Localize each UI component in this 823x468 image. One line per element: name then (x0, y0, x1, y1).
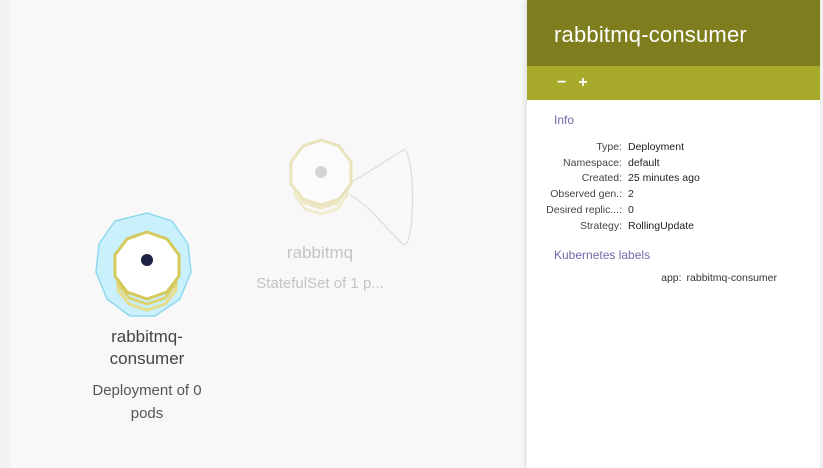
label-row: app: rabbitmq-consumer (527, 272, 820, 284)
node-label: rabbitmq (286, 243, 354, 262)
node-center-dot (141, 254, 153, 266)
topology-canvas[interactable]: rabbitmq- consumer Deployment of 0 pods … (10, 0, 540, 468)
info-row: Type: Deployment (527, 139, 820, 155)
panel-title: rabbitmq-consumer (527, 0, 820, 66)
info-value: 25 minutes ago (628, 172, 700, 185)
panel-toolbar: − + (527, 66, 820, 100)
info-row: Desired replic...: 0 (527, 202, 820, 218)
node-rabbitmq[interactable] (289, 138, 353, 216)
label-value: rabbitmq-consumer (686, 271, 777, 284)
info-table: Type: Deployment Namespace: default Crea… (527, 139, 820, 234)
info-row: Strategy: RollingUpdate (527, 218, 820, 234)
info-key: Strategy: (579, 219, 622, 232)
info-section-title: Info (554, 113, 575, 127)
details-panel: rabbitmq-consumer − + Info Type: Deploym… (527, 0, 820, 468)
info-value: RollingUpdate (628, 219, 694, 232)
info-row: Created: 25 minutes ago (527, 171, 820, 187)
info-value: default (628, 156, 660, 169)
info-value: 0 (628, 204, 634, 217)
info-key: Desired replic...: (546, 204, 622, 217)
node-subtitle: StatefulSet of 1 p... (256, 275, 384, 292)
info-key: Namespace: (563, 156, 622, 169)
node-subtitle: Deployment of 0 pods (92, 382, 202, 422)
info-value: Deployment (628, 140, 685, 153)
node-label: rabbitmq- consumer (109, 327, 185, 368)
info-row: Namespace: default (527, 155, 820, 171)
graph-edge (349, 149, 414, 246)
labels-section-title: Kubernetes labels (554, 247, 651, 262)
info-key: Observed gen.: (550, 188, 622, 201)
info-value: 2 (628, 188, 634, 201)
collapse-button[interactable]: − (557, 74, 566, 92)
info-row: Observed gen.: 2 (527, 186, 820, 202)
node-center-dot (315, 166, 327, 178)
expand-button[interactable]: + (578, 74, 587, 92)
info-key: Type: (596, 140, 622, 153)
label-key: app: (661, 271, 682, 284)
node-rabbitmq-consumer[interactable] (95, 212, 192, 317)
info-key: Created: (581, 172, 622, 185)
